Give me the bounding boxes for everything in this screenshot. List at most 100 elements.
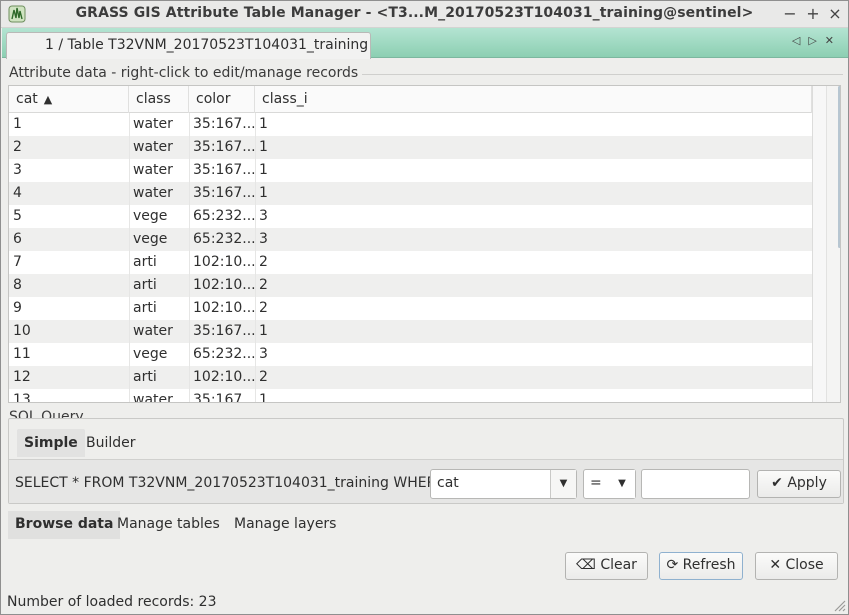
table-cell-cat[interactable]: 6 <box>9 228 129 251</box>
table-column-spacer <box>812 86 826 402</box>
table-cell-class[interactable]: water <box>129 182 189 205</box>
table-cell-class-i[interactable]: 2 <box>255 297 812 320</box>
table-cell-cat[interactable]: 7 <box>9 251 129 274</box>
column-header-color[interactable]: color <box>189 86 255 113</box>
column-header-class-i[interactable]: class_i <box>255 86 812 113</box>
table-cell-class-i[interactable]: 1 <box>255 320 812 343</box>
table-cell-class-i[interactable]: 3 <box>255 205 812 228</box>
table-cell-class[interactable]: arti <box>129 297 189 320</box>
table-cell-color[interactable]: 35:167... <box>189 389 255 402</box>
table-cell-color[interactable]: 65:232... <box>189 205 255 228</box>
table-cell-color[interactable]: 102:10... <box>189 297 255 320</box>
tab-builder[interactable]: Builder <box>79 429 143 457</box>
column-divider <box>255 113 256 402</box>
table-cell-color[interactable]: 35:167... <box>189 136 255 159</box>
window-title: GRASS GIS Attribute Table Manager - <T3.… <box>75 5 754 21</box>
table-cell-class[interactable]: arti <box>129 274 189 297</box>
table-cell-class[interactable]: arti <box>129 251 189 274</box>
sort-ascending-icon: ▲ <box>43 93 53 106</box>
operator-select[interactable]: = ▼ <box>583 469 636 499</box>
table-cell-class[interactable]: vege <box>129 228 189 251</box>
table-cell-cat[interactable]: 10 <box>9 320 129 343</box>
table-cell-class-i[interactable]: 1 <box>255 113 812 136</box>
apply-button[interactable]: ✔ Apply <box>757 470 841 498</box>
table-cell-cat[interactable]: 1 <box>9 113 129 136</box>
table-tab-strip: 1 / Table T32VNM_20170523T104031_trainin… <box>2 28 848 59</box>
scrollbar-thumb[interactable] <box>838 86 840 248</box>
table-cell-class-i[interactable]: 2 <box>255 251 812 274</box>
table-cell-color[interactable]: 65:232... <box>189 228 255 251</box>
attribute-group-label: Attribute data - right-click to edit/man… <box>9 65 363 81</box>
table-cell-class-i[interactable]: 2 <box>255 366 812 389</box>
value-input[interactable] <box>641 469 750 499</box>
table-cell-class[interactable]: water <box>129 136 189 159</box>
tab-scroll-right-icon[interactable]: ▷ <box>808 34 824 47</box>
tab-scroll-arrows[interactable]: ◁▷✕ <box>792 34 842 47</box>
table-cell-cat[interactable]: 4 <box>9 182 129 205</box>
table-cell-class[interactable]: water <box>129 320 189 343</box>
refresh-button[interactable]: ⟳ Refresh <box>659 552 743 580</box>
tab-scroll-left-icon[interactable]: ◁ <box>792 34 808 47</box>
dropdown-arrow-icon[interactable]: ▼ <box>609 470 635 498</box>
sql-simple-row: SELECT * FROM T32VNM_20170523T104031_tra… <box>9 459 843 503</box>
close-icon: ✕ <box>769 557 782 573</box>
maximize-button[interactable]: + <box>803 3 823 25</box>
table-cell-color[interactable]: 35:167... <box>189 320 255 343</box>
column-select-value: cat <box>437 475 459 491</box>
table-cell-cat[interactable]: 13 <box>9 389 129 402</box>
table-cell-class-i[interactable]: 3 <box>255 228 812 251</box>
table-cell-class[interactable]: vege <box>129 343 189 366</box>
apply-button-label: Apply <box>787 475 827 491</box>
table-cell-class[interactable]: water <box>129 389 189 402</box>
table-cell-cat[interactable]: 9 <box>9 297 129 320</box>
column-header-class[interactable]: class <box>129 86 189 113</box>
table-cell-color[interactable]: 35:167... <box>189 182 255 205</box>
tab-simple[interactable]: Simple <box>17 429 85 457</box>
table-cell-color[interactable]: 35:167... <box>189 159 255 182</box>
table-cell-cat[interactable]: 3 <box>9 159 129 182</box>
table-cell-class-i[interactable]: 2 <box>255 274 812 297</box>
tab-close-icon[interactable]: ✕ <box>825 34 842 47</box>
table-cell-cat[interactable]: 5 <box>9 205 129 228</box>
column-divider <box>129 113 130 402</box>
close-button-label: Close <box>785 557 824 573</box>
table-cell-class-i[interactable]: 1 <box>255 159 812 182</box>
table-cell-class-i[interactable]: 3 <box>255 343 812 366</box>
table-cell-class-i[interactable]: 1 <box>255 389 812 402</box>
table-cell-cat[interactable]: 2 <box>9 136 129 159</box>
table-cell-color[interactable]: 102:10... <box>189 251 255 274</box>
table-cell-cat[interactable]: 12 <box>9 366 129 389</box>
table-cell-color[interactable]: 102:10... <box>189 366 255 389</box>
table-cell-color[interactable]: 65:232... <box>189 343 255 366</box>
table-cell-class-i[interactable]: 1 <box>255 182 812 205</box>
sql-query-box: Simple Builder SELECT * FROM T32VNM_2017… <box>8 418 844 504</box>
close-window-button[interactable]: × <box>825 3 845 25</box>
attribute-table[interactable]: cat ▲ class color class_i 1 water 35:167...… <box>8 85 841 403</box>
table-cell-class[interactable]: water <box>129 159 189 182</box>
table-cell-class[interactable]: water <box>129 113 189 136</box>
table-cell-class[interactable]: arti <box>129 366 189 389</box>
column-select[interactable]: cat ▼ <box>430 469 577 499</box>
operator-select-value: = <box>590 475 602 491</box>
table-cell-color[interactable]: 102:10... <box>189 274 255 297</box>
column-divider <box>189 113 190 402</box>
dropdown-arrow-icon[interactable]: ▼ <box>550 470 576 498</box>
close-button[interactable]: ✕ Close <box>755 552 838 580</box>
vertical-scrollbar[interactable] <box>826 86 840 402</box>
table-cell-class[interactable]: vege <box>129 205 189 228</box>
minimize-button[interactable]: − <box>780 3 800 25</box>
table-cell-class-i[interactable]: 1 <box>255 136 812 159</box>
table-cell-cat[interactable]: 8 <box>9 274 129 297</box>
clear-button[interactable]: ⌫ Clear <box>565 552 648 580</box>
title-bar[interactable]: GRASS GIS Attribute Table Manager - <T3.… <box>1 1 848 28</box>
tab-table[interactable]: 1 / Table T32VNM_20170523T104031_trainin… <box>6 32 371 59</box>
column-header-cat[interactable]: cat ▲ <box>9 86 129 113</box>
sql-statement: SELECT * FROM T32VNM_20170523T104031_tra… <box>15 475 446 491</box>
table-cell-cat[interactable]: 11 <box>9 343 129 366</box>
tab-browse-data[interactable]: Browse data <box>8 511 121 539</box>
table-cell-color[interactable]: 35:167... <box>189 113 255 136</box>
tab-manage-tables[interactable]: Manage tables <box>110 511 227 539</box>
tab-manage-layers[interactable]: Manage layers <box>227 511 343 539</box>
resize-grip-icon[interactable] <box>830 596 846 612</box>
table-header: cat ▲ class color class_i <box>9 86 835 113</box>
